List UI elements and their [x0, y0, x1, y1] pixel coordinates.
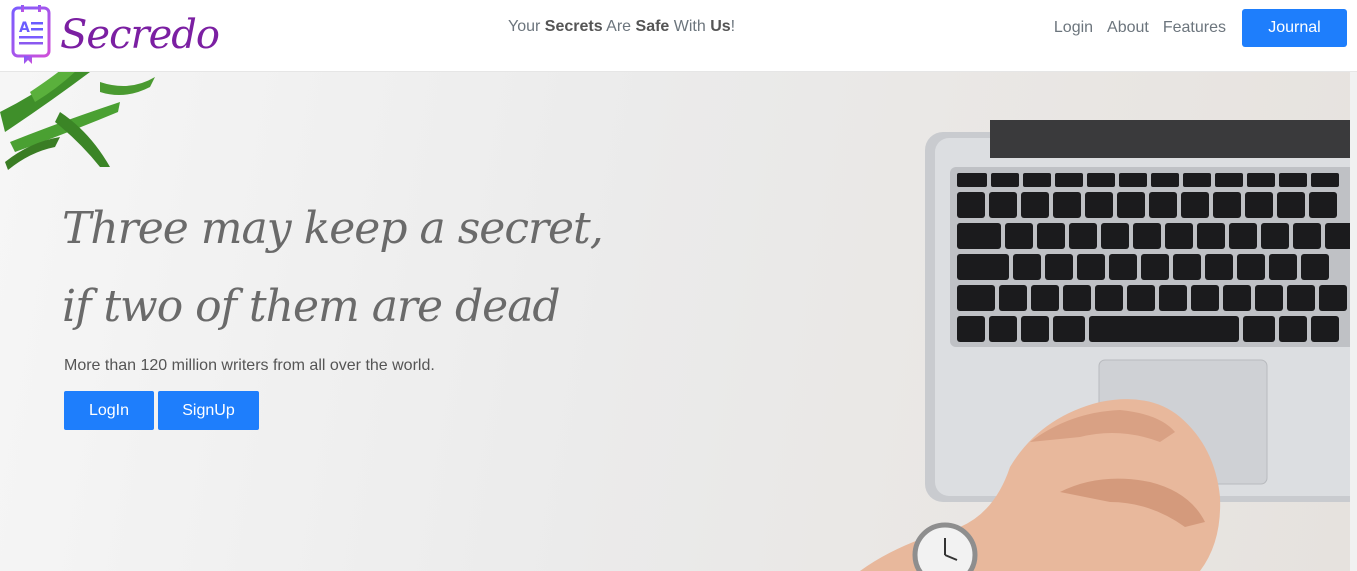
nav-features-link[interactable]: Features — [1163, 19, 1226, 37]
tagline-text: With — [669, 18, 711, 35]
tagline-text: Are — [602, 18, 636, 35]
hero-subtitle: More than 120 million writers from all o… — [64, 357, 435, 374]
hero-quote: Three may keep a secret, if two of them … — [62, 190, 604, 346]
tagline-text: ! — [730, 18, 736, 35]
plant-image — [0, 72, 155, 170]
nav-about-link[interactable]: About — [1107, 19, 1149, 37]
quote-line-1: Three may keep a secret, — [62, 203, 604, 254]
nav-links: Login About Features Journal — [1054, 9, 1347, 47]
brand-name: Secredo — [60, 12, 220, 58]
tagline-bold: Safe — [635, 18, 670, 35]
hero-buttons: LogIn SignUp — [64, 391, 263, 430]
journal-logo-icon: A — [11, 5, 51, 64]
hero-section: Three may keep a secret, if two of them … — [0, 72, 1357, 571]
scrollbar[interactable] — [1350, 72, 1357, 571]
journal-button[interactable]: Journal — [1242, 9, 1347, 47]
brand[interactable]: A Secredo — [10, 4, 220, 66]
tagline: Your Secrets Are Safe With Us! — [508, 18, 735, 36]
svg-text:A: A — [19, 20, 30, 36]
quote-line-2: if two of them are dead — [62, 281, 561, 332]
signup-button[interactable]: SignUp — [158, 391, 259, 430]
tagline-bold: Secrets — [544, 18, 603, 35]
tagline-bold: Us — [710, 18, 731, 35]
navbar: A Secredo Your Secrets Are Safe With Us!… — [0, 0, 1357, 72]
login-button[interactable]: LogIn — [64, 391, 154, 430]
tagline-text: Your — [508, 18, 545, 35]
nav-login-link[interactable]: Login — [1054, 19, 1093, 37]
